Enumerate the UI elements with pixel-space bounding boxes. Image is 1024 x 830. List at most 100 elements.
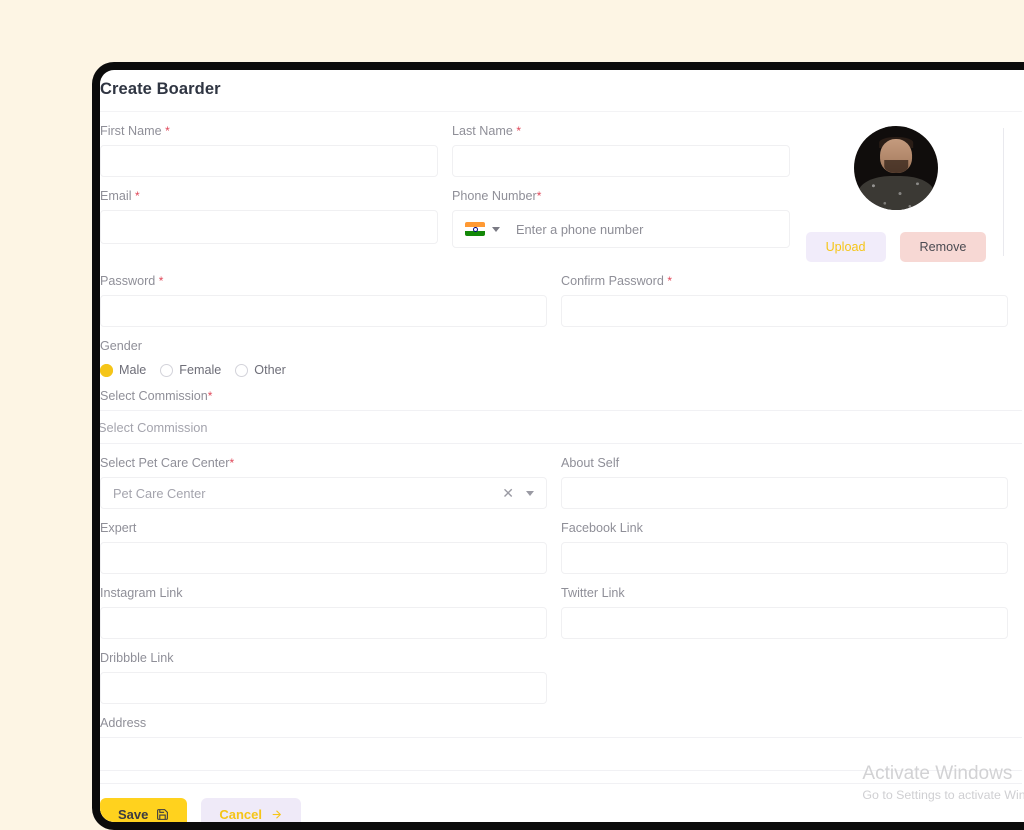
- confirm-password-field: Confirm Password *: [561, 262, 1022, 327]
- page-title: Create Boarder: [100, 80, 221, 98]
- instagram-link-label: Instagram Link: [100, 586, 183, 600]
- dribbble-row-spacer: [561, 639, 1022, 704]
- clear-icon[interactable]: ✕: [496, 486, 520, 500]
- save-button[interactable]: Save: [100, 798, 188, 822]
- cancel-button[interactable]: Cancel: [201, 798, 302, 822]
- email-phone-row: Email * Phone Number*: [100, 177, 804, 248]
- gender-option-female-label: Female: [179, 363, 222, 377]
- confirm-password-input[interactable]: [561, 295, 1008, 327]
- app-viewport: Create Boarder First Name * Last Name *: [100, 70, 1024, 822]
- gender-option-male-label: Male: [119, 363, 147, 377]
- last-name-field: Last Name *: [452, 112, 804, 177]
- gender-row-wrap: Gender Male Female Other: [100, 327, 1022, 377]
- dribbble-link-label: Dribbble Link: [100, 651, 174, 665]
- required-marker: *: [207, 389, 213, 403]
- address-input-wrap: [100, 737, 1022, 771]
- pet-care-center-select[interactable]: Pet Care Center ✕: [100, 477, 547, 509]
- twitter-link-input[interactable]: [561, 607, 1008, 639]
- twitter-link-field: Twitter Link: [561, 574, 1022, 639]
- first-name-label: First Name *: [100, 124, 170, 138]
- india-flag-icon[interactable]: [465, 222, 485, 236]
- create-boarder-form: First Name * Last Name * Email * Phone N…: [100, 111, 1022, 822]
- radio-female-icon[interactable]: [160, 363, 174, 377]
- dribbble-link-field: Dribbble Link: [100, 639, 561, 704]
- save-disk-icon: [157, 809, 169, 820]
- expert-label: Expert: [100, 521, 137, 535]
- password-row: Password * Confirm Password *: [100, 262, 1022, 327]
- device-frame: Create Boarder First Name * Last Name *: [92, 62, 1024, 830]
- instagram-link-field: Instagram Link: [100, 574, 561, 639]
- last-name-input[interactable]: [452, 145, 790, 177]
- facebook-link-field: Facebook Link: [561, 509, 1022, 574]
- avatar: [854, 126, 938, 210]
- address-input[interactable]: [100, 745, 1022, 763]
- gender-field: Gender Male Female Other: [100, 327, 1022, 377]
- avatar-panel: Upload Remove: [804, 112, 1022, 262]
- petcare-about-row: Select Pet Care Center* Pet Care Center …: [100, 444, 1022, 509]
- first-name-field: First Name *: [100, 112, 452, 177]
- about-self-field: About Self: [561, 444, 1022, 509]
- twitter-link-label: Twitter Link: [561, 586, 625, 600]
- required-marker: *: [158, 274, 164, 288]
- about-self-label: About Self: [561, 456, 620, 470]
- address-field: Address: [100, 704, 1022, 730]
- radio-male-icon[interactable]: [100, 363, 113, 377]
- phone-label: Phone Number*: [452, 189, 542, 203]
- address-label: Address: [100, 716, 147, 730]
- last-name-label: Last Name *: [452, 124, 522, 138]
- expert-facebook-row: Expert Facebook Link: [100, 509, 1022, 574]
- expert-input[interactable]: [100, 542, 547, 574]
- gender-option-other[interactable]: Other: [235, 363, 286, 377]
- email-field: Email *: [100, 177, 452, 248]
- confirm-password-label: Confirm Password *: [561, 274, 673, 288]
- pet-care-center-value: Pet Care Center: [113, 485, 206, 501]
- avatar-divider: [1003, 128, 1004, 256]
- form-actions: Save Cancel: [100, 783, 1022, 822]
- pet-care-center-field: Select Pet Care Center* Pet Care Center …: [100, 444, 561, 509]
- gender-option-female[interactable]: Female: [160, 363, 221, 377]
- email-input[interactable]: [100, 210, 438, 244]
- phone-input-group: [452, 210, 790, 248]
- about-self-input[interactable]: [561, 477, 1008, 509]
- email-label: Email *: [100, 189, 140, 203]
- password-field: Password *: [100, 262, 561, 327]
- expert-field: Expert: [100, 509, 561, 574]
- upload-button[interactable]: Upload: [805, 232, 886, 262]
- remove-button[interactable]: Remove: [899, 232, 987, 262]
- commission-select-value: Select Commission: [100, 419, 208, 435]
- avatar-actions: Upload Remove: [805, 232, 987, 262]
- required-marker: *: [135, 189, 140, 203]
- gender-options: Male Female Other: [100, 360, 1008, 377]
- phone-number-input[interactable]: [514, 220, 789, 238]
- facebook-link-label: Facebook Link: [561, 521, 643, 535]
- chevron-down-icon[interactable]: [526, 490, 534, 496]
- gender-option-male[interactable]: Male: [100, 363, 146, 377]
- dribbble-row: Dribbble Link: [100, 639, 1022, 704]
- required-marker: *: [165, 124, 170, 138]
- pet-care-center-label: Select Pet Care Center*: [100, 456, 235, 470]
- gender-label: Gender: [100, 339, 143, 353]
- commission-select[interactable]: Select Commission: [100, 410, 1022, 444]
- identity-and-avatar-section: First Name * Last Name * Email * Phone N…: [100, 112, 1022, 262]
- password-input[interactable]: [100, 295, 547, 327]
- required-marker: *: [536, 189, 542, 203]
- required-marker: *: [667, 274, 673, 288]
- instagram-link-input[interactable]: [100, 607, 547, 639]
- name-row: First Name * Last Name *: [100, 112, 804, 177]
- cancel-button-label: Cancel: [219, 807, 263, 822]
- arrow-right-icon: [272, 810, 282, 819]
- instagram-twitter-row: Instagram Link Twitter Link: [100, 574, 1022, 639]
- radio-other-icon[interactable]: [235, 363, 249, 377]
- save-button-label: Save: [118, 807, 149, 822]
- avatar-shirt: [858, 176, 934, 210]
- form-scroll-container[interactable]: Create Boarder First Name * Last Name *: [100, 70, 1022, 822]
- phone-field: Phone Number*: [452, 177, 804, 248]
- country-chevron-down-icon[interactable]: [492, 226, 500, 232]
- first-name-input[interactable]: [100, 145, 438, 177]
- facebook-link-input[interactable]: [561, 542, 1008, 574]
- dribbble-link-input[interactable]: [100, 672, 547, 704]
- commission-label: Select Commission*: [100, 389, 213, 403]
- required-marker: *: [229, 456, 235, 470]
- commission-field: Select Commission*: [100, 377, 1022, 403]
- password-label: Password *: [100, 274, 164, 288]
